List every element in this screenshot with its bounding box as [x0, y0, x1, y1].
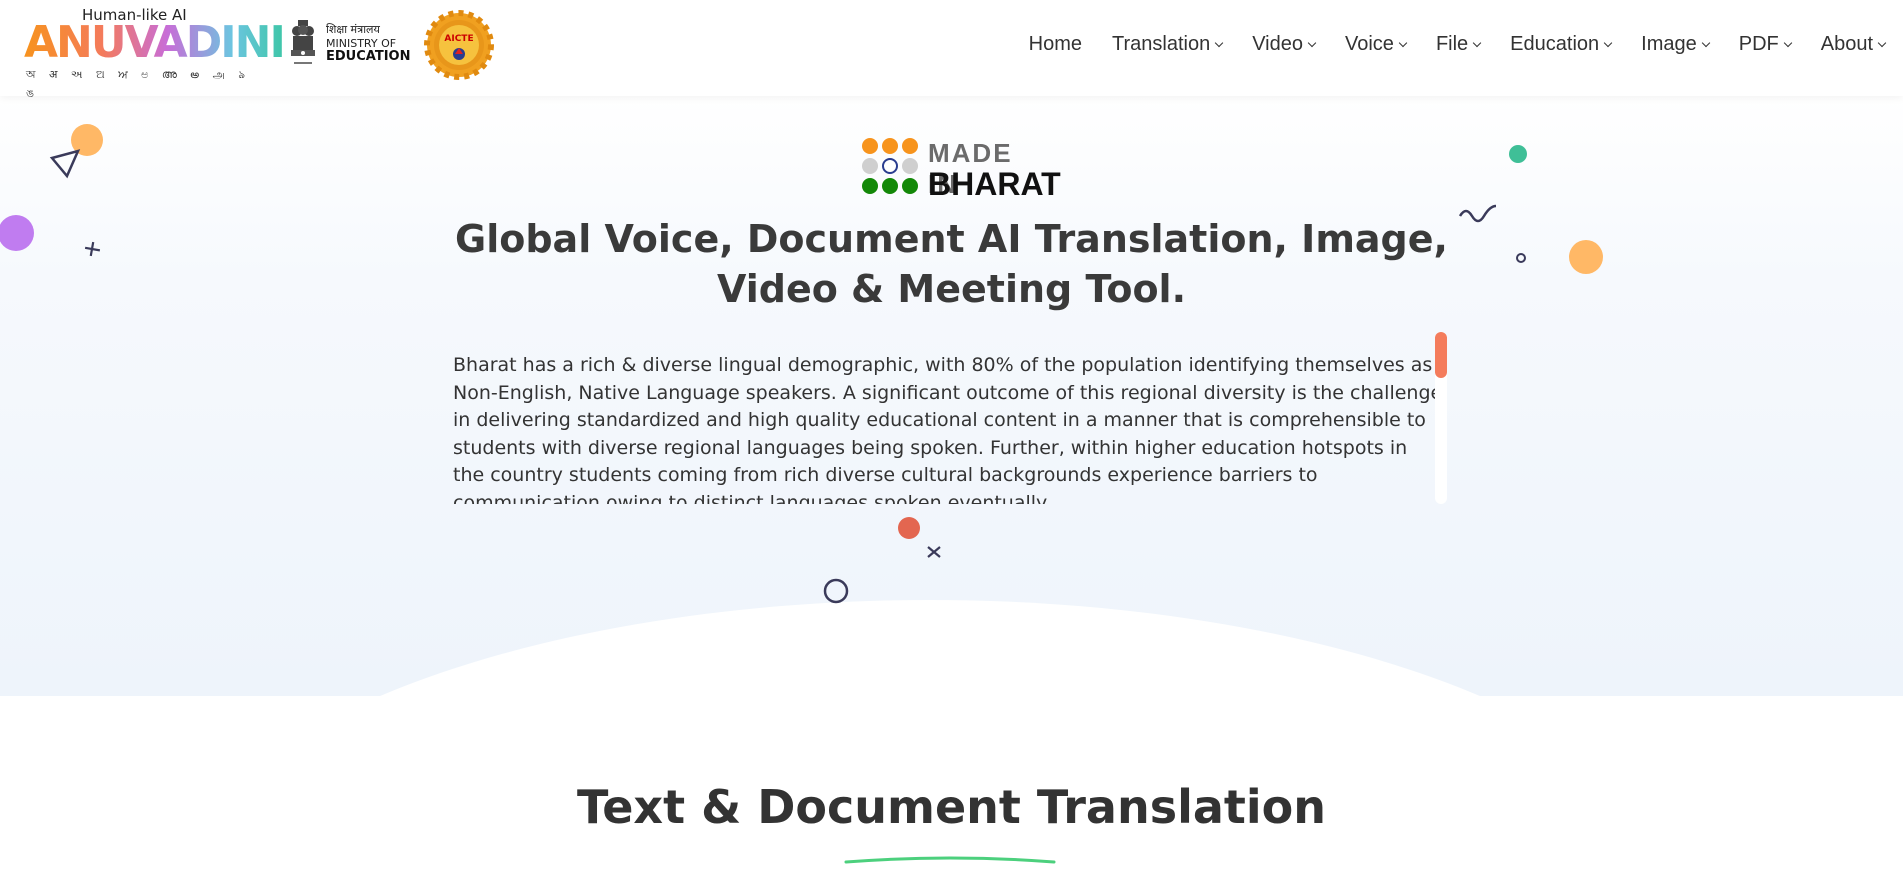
hero-section: MADE IN BHARAT Global Voice, Document AI… [0, 96, 1903, 696]
deco-plus [84, 241, 101, 257]
deco-ring-small [1516, 253, 1526, 263]
chevron-down-icon [1701, 38, 1710, 47]
anuvadini-logo[interactable]: Human-like AI ANUVADINI অ अ અ ଅ ਅ ಅ അ అ … [24, 6, 286, 100]
nav-translation-label: Translation [1112, 33, 1211, 55]
logo-script-row: অ अ અ ଅ ਅ ಅ അ అ அ ঌ ঙ [26, 68, 251, 100]
ministry-line2: EDUCATION [326, 49, 411, 64]
badge-dot [862, 178, 878, 194]
nav-home[interactable]: Home [1029, 33, 1082, 56]
nav-image[interactable]: Image [1641, 33, 1710, 56]
badge-dot [862, 138, 878, 154]
nav-image-label: Image [1641, 33, 1697, 55]
chevron-down-icon [1472, 38, 1482, 47]
aicte-logo: AICTE [424, 10, 494, 80]
chevron-down-icon [1307, 38, 1317, 47]
section-title-underline [844, 856, 1056, 864]
main-nav: Home Translation Video Voice File Educat… [999, 33, 1887, 56]
badge-dot [902, 138, 918, 154]
hero-title: Global Voice, Document AI Translation, I… [455, 217, 1448, 311]
badge-dot [902, 178, 918, 194]
nav-translation[interactable]: Translation [1112, 33, 1224, 56]
chevron-down-icon [1877, 38, 1887, 47]
nav-pdf[interactable]: PDF [1738, 33, 1792, 56]
deco-circle-green [1509, 145, 1527, 163]
aicte-gear-icon [424, 10, 494, 80]
chevron-down-icon [1603, 38, 1613, 47]
chakra-icon [882, 158, 898, 174]
site-header: Human-like AI ANUVADINI অ अ અ ଅ ਅ ಅ അ అ … [0, 0, 1903, 100]
deco-circle-purple [0, 215, 34, 251]
badge-dot [862, 158, 878, 174]
nav-file[interactable]: File [1435, 33, 1482, 56]
deco-circle-orange-right [1569, 240, 1603, 274]
chevron-down-icon [1214, 38, 1224, 47]
badge-bharat: BHARAT [928, 166, 1061, 202]
badge-dot [902, 158, 918, 174]
ministry-of-education-logo: शिक्षा मंत्रालय MINISTRY OF EDUCATION [288, 16, 411, 74]
deco-cross [927, 546, 941, 558]
chevron-down-icon [1783, 38, 1792, 47]
deco-ring [823, 578, 849, 604]
made-in-bharat-badge: MADE IN BHARAT [862, 138, 1061, 202]
nav-education-label: Education [1510, 33, 1600, 55]
nav-video[interactable]: Video [1252, 33, 1317, 56]
badge-dot [882, 178, 898, 194]
nav-education[interactable]: Education [1510, 33, 1613, 56]
logo-wordmark: ANUVADINI [24, 17, 286, 68]
chevron-down-icon [1398, 38, 1408, 47]
nav-about-label: About [1820, 33, 1873, 55]
nav-about[interactable]: About [1820, 33, 1887, 56]
nav-file-label: File [1435, 33, 1469, 55]
deco-circle-red [898, 517, 920, 539]
hero-description-scroll[interactable]: Bharat has a rich & diverse lingual demo… [453, 352, 1443, 504]
nav-voice[interactable]: Voice [1345, 33, 1408, 56]
deco-triangle [49, 149, 81, 179]
badge-dot [882, 138, 898, 154]
nav-voice-label: Voice [1345, 33, 1394, 55]
section-title: Text & Document Translation [576, 780, 1327, 834]
nav-video-label: Video [1252, 33, 1303, 55]
nav-pdf-label: PDF [1738, 33, 1779, 55]
aicte-label: AICTE [444, 34, 474, 44]
hero-description: Bharat has a rich & diverse lingual demo… [453, 354, 1443, 504]
nav-home-label: Home [1028, 33, 1082, 55]
national-emblem-icon [291, 20, 315, 64]
ministry-hindi: शिक्षा मंत्रालय [326, 23, 380, 36]
description-scrollbar-thumb[interactable] [1435, 332, 1447, 378]
